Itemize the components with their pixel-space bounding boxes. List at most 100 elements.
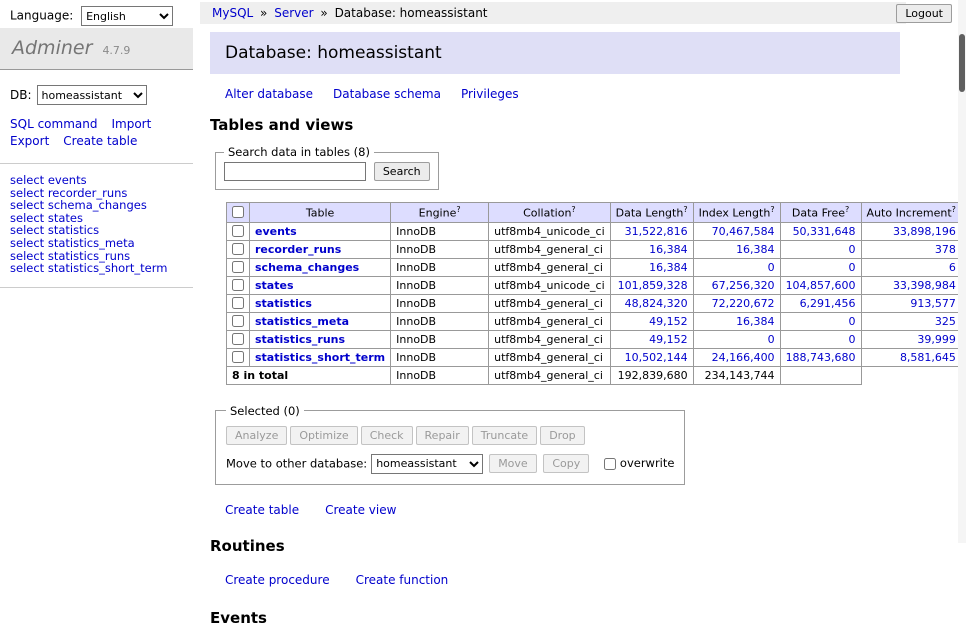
data-length-link[interactable]: 31,522,816: [625, 225, 688, 238]
scrollbar-thumb[interactable]: [959, 34, 965, 92]
scrollbar[interactable]: [958, 0, 966, 543]
routine-link[interactable]: Create function: [356, 573, 449, 587]
column-header[interactable]: Data Length?: [610, 203, 693, 223]
auto-increment-link[interactable]: 913,577: [910, 297, 956, 310]
move-button[interactable]: Move: [489, 454, 537, 473]
breadcrumb-link-server[interactable]: Server: [274, 6, 313, 20]
create-link[interactable]: Create table: [225, 503, 299, 517]
data-length-link[interactable]: 48,824,320: [625, 297, 688, 310]
bulk-action-button[interactable]: Drop: [540, 426, 584, 445]
db-nav-link[interactable]: Alter database: [225, 87, 313, 101]
column-hint[interactable]: ?: [571, 205, 575, 214]
copy-button[interactable]: Copy: [543, 454, 589, 473]
table-name-link[interactable]: statistics_short_term: [255, 351, 385, 364]
bulk-action-button[interactable]: Check: [361, 426, 413, 445]
column-header[interactable]: Data Free?: [780, 203, 861, 223]
sidebar-action-link[interactable]: SQL command: [10, 117, 97, 132]
bulk-action-button[interactable]: Optimize: [290, 426, 357, 445]
search-button[interactable]: Search: [374, 162, 430, 181]
collation-cell: utf8mb4_unicode_ci: [489, 222, 610, 240]
data-free-link[interactable]: 188,743,680: [786, 351, 856, 364]
bulk-action-button[interactable]: Repair: [416, 426, 469, 445]
row-checkbox[interactable]: [232, 279, 244, 291]
table-name-link[interactable]: recorder_runs: [255, 243, 341, 256]
auto-increment-link[interactable]: 33,398,984: [893, 279, 956, 292]
row-checkbox[interactable]: [232, 351, 244, 363]
column-header[interactable]: Index Length?: [693, 203, 780, 223]
sidebar-action-link[interactable]: Import: [111, 117, 151, 132]
table-name-link[interactable]: statistics_meta: [255, 315, 349, 328]
bulk-action-button[interactable]: Analyze: [226, 426, 287, 445]
overwrite-checkbox[interactable]: [604, 458, 616, 470]
sidebar-table-link[interactable]: select events: [10, 174, 183, 187]
auto-increment-link[interactable]: 325: [935, 315, 956, 328]
breadcrumb-link-mysql[interactable]: MySQL: [212, 6, 253, 20]
column-hint[interactable]: ?: [683, 205, 687, 214]
data-length-link[interactable]: 16,384: [649, 261, 688, 274]
sidebar-action-link[interactable]: Create table: [63, 134, 137, 149]
index-length-link[interactable]: 24,166,400: [712, 351, 775, 364]
row-checkbox[interactable]: [232, 333, 244, 345]
create-link[interactable]: Create view: [325, 503, 396, 517]
row-checkbox[interactable]: [232, 297, 244, 309]
bulk-action-button[interactable]: Truncate: [472, 426, 537, 445]
auto-increment-link[interactable]: 378: [935, 243, 956, 256]
data-free-link[interactable]: 6,291,456: [800, 297, 856, 310]
auto-increment-link[interactable]: 33,898,196: [893, 225, 956, 238]
data-length-link[interactable]: 49,152: [649, 315, 688, 328]
app-name[interactable]: Adminer: [12, 37, 92, 59]
table-name-link[interactable]: states: [255, 279, 294, 292]
data-length-link[interactable]: 16,384: [649, 243, 688, 256]
index-length-link[interactable]: 67,256,320: [712, 279, 775, 292]
index-length-link[interactable]: 0: [768, 333, 775, 346]
row-checkbox[interactable]: [232, 243, 244, 255]
sidebar-action-link[interactable]: Export: [10, 134, 49, 149]
data-free-link[interactable]: 0: [849, 333, 856, 346]
language-select[interactable]: English: [81, 6, 173, 26]
data-free-link[interactable]: 50,331,648: [793, 225, 856, 238]
data-free-link[interactable]: 0: [849, 261, 856, 274]
index-length-link[interactable]: 16,384: [736, 243, 775, 256]
routine-link[interactable]: Create procedure: [225, 573, 330, 587]
data-length-link[interactable]: 10,502,144: [625, 351, 688, 364]
db-select[interactable]: homeassistant: [37, 85, 147, 105]
data-length-link[interactable]: 101,859,328: [618, 279, 688, 292]
table-name-cell: statistics_runs: [250, 330, 391, 348]
auto-increment-link[interactable]: 8,581,645: [900, 351, 956, 364]
column-header[interactable]: Collation?: [489, 203, 610, 223]
index-length-link[interactable]: 72,220,672: [712, 297, 775, 310]
auto-increment-link[interactable]: 6: [949, 261, 956, 274]
index-length-link[interactable]: 16,384: [736, 315, 775, 328]
logout-button[interactable]: Logout: [896, 4, 952, 23]
index-length-link[interactable]: 70,467,584: [712, 225, 775, 238]
column-hint[interactable]: ?: [845, 205, 849, 214]
column-hint[interactable]: ?: [770, 205, 774, 214]
select-all-checkbox[interactable]: [232, 206, 244, 218]
data-free-link[interactable]: 0: [849, 243, 856, 256]
db-nav-link[interactable]: Privileges: [461, 87, 519, 101]
row-checkbox[interactable]: [232, 261, 244, 273]
row-checkbox[interactable]: [232, 315, 244, 327]
column-header[interactable]: Auto Increment?: [861, 203, 961, 223]
column-header[interactable]: Table: [250, 203, 391, 223]
search-input[interactable]: [224, 162, 366, 181]
move-db-select[interactable]: homeassistant: [371, 454, 483, 474]
db-nav-link[interactable]: Database schema: [333, 87, 441, 101]
table-name-link[interactable]: schema_changes: [255, 261, 359, 274]
sidebar-table-link[interactable]: select schema_changes: [10, 199, 183, 212]
tables-list: TableEngine?Collation?Data Length?Index …: [226, 202, 966, 385]
data-free-link[interactable]: 104,857,600: [786, 279, 856, 292]
column-hint[interactable]: ?: [952, 205, 956, 214]
data-free-link[interactable]: 0: [849, 315, 856, 328]
table-name-link[interactable]: statistics: [255, 297, 312, 310]
index-length-link[interactable]: 0: [768, 261, 775, 274]
column-header[interactable]: Engine?: [391, 203, 489, 223]
row-checkbox[interactable]: [232, 225, 244, 237]
table-name-link[interactable]: events: [255, 225, 297, 238]
data-length-link[interactable]: 49,152: [649, 333, 688, 346]
sidebar-table-link[interactable]: select statistics_short_term: [10, 262, 183, 275]
auto-increment-link[interactable]: 39,999: [917, 333, 956, 346]
column-hint[interactable]: ?: [456, 205, 460, 214]
table-name-link[interactable]: statistics_runs: [255, 333, 345, 346]
sidebar-table-link[interactable]: select statistics_meta: [10, 237, 183, 250]
